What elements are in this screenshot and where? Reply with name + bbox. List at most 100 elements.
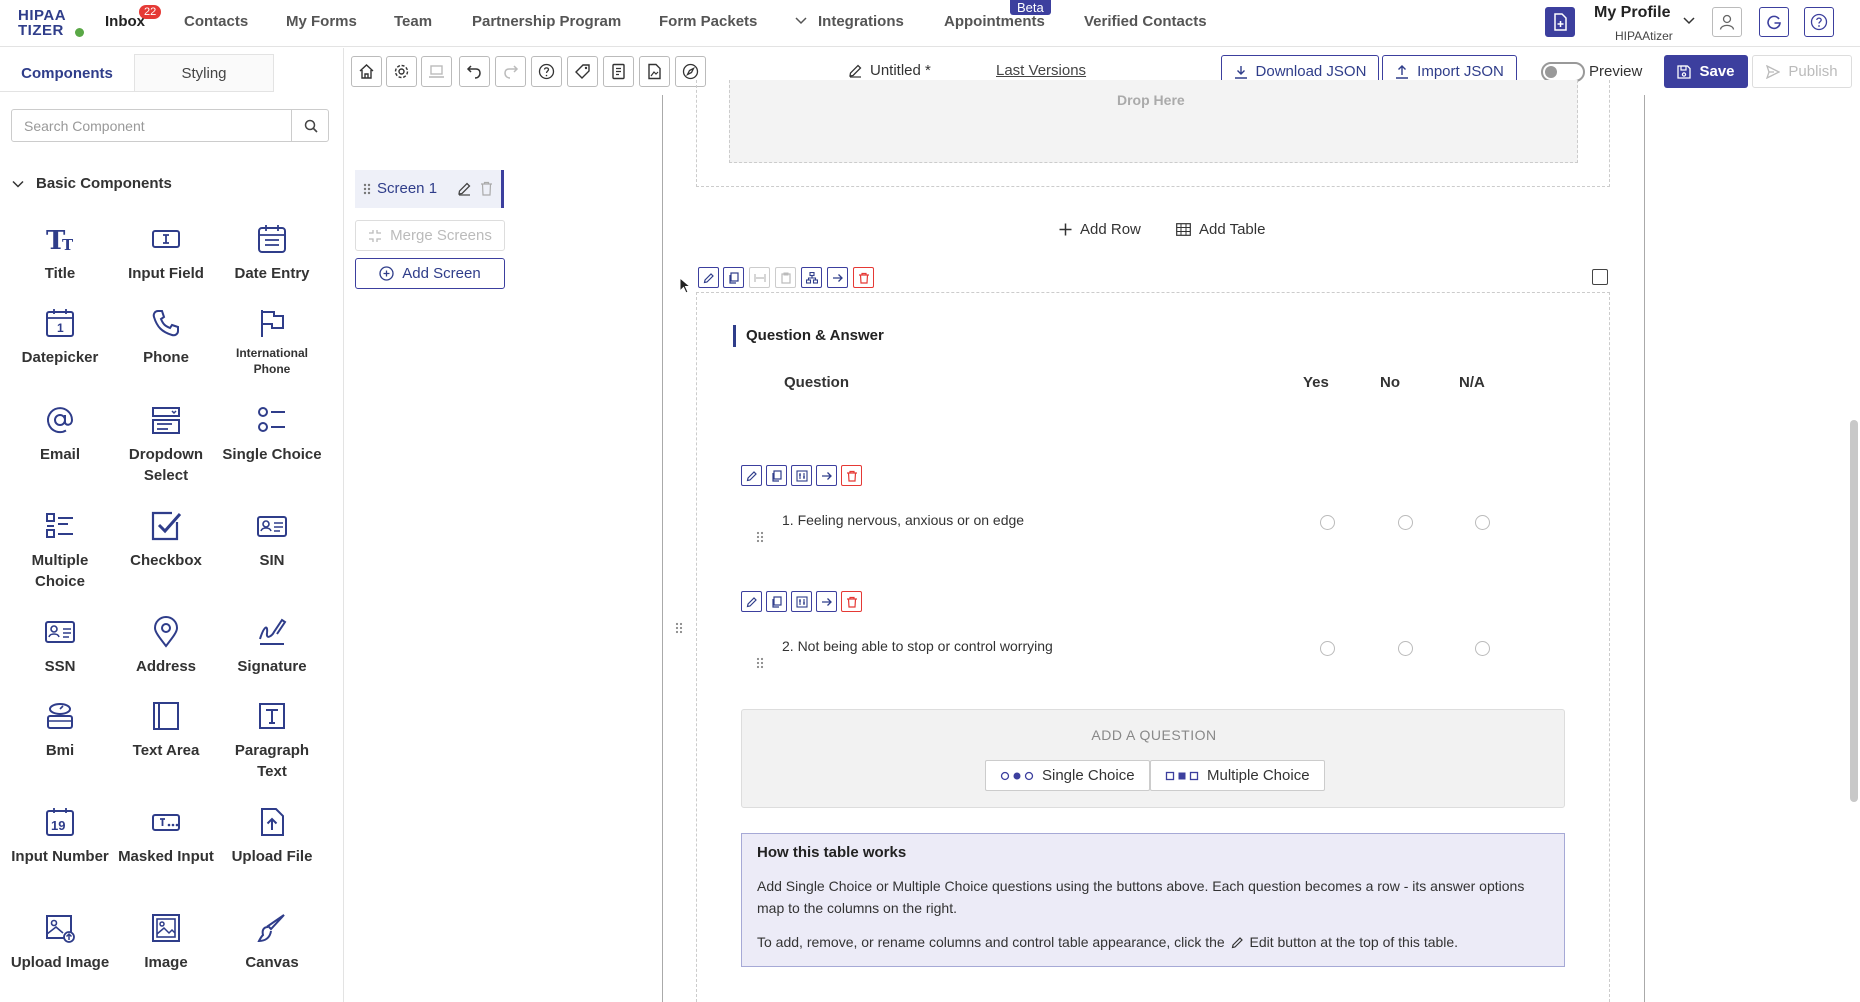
add-table-button[interactable]: Add Table [1176, 221, 1265, 238]
component-email[interactable]: Email [7, 404, 113, 465]
chevron-down-icon [12, 180, 24, 188]
drag-handle-icon[interactable] [756, 531, 764, 543]
radio-na[interactable] [1475, 515, 1490, 530]
question-settings-button[interactable] [791, 591, 812, 612]
drag-handle-icon[interactable] [363, 183, 371, 195]
component-dropdown-select[interactable]: Dropdown Select [113, 404, 219, 486]
logic-button[interactable] [801, 267, 822, 288]
duplicate-question-button[interactable] [766, 591, 787, 612]
tags-button[interactable] [567, 56, 598, 87]
component-ssn[interactable]: SSN [7, 616, 113, 677]
new-form-button[interactable] [1545, 7, 1575, 37]
component-single-choice[interactable]: Single Choice [219, 404, 325, 465]
row-drag-handle-icon[interactable] [675, 622, 683, 634]
document-title[interactable]: Untitled * [848, 62, 931, 79]
component-checkbox[interactable]: Checkbox [113, 510, 219, 571]
radio-yes[interactable] [1320, 515, 1335, 530]
select-table-checkbox[interactable] [1592, 269, 1608, 285]
edit-pencil-icon[interactable] [457, 181, 472, 196]
radio-no[interactable] [1398, 641, 1413, 656]
add-single-choice-button[interactable]: Single Choice [985, 760, 1150, 791]
duplicate-table-button[interactable] [723, 267, 744, 288]
search-button[interactable] [291, 110, 329, 141]
resize-width-button[interactable] [749, 267, 770, 288]
settings-button[interactable] [386, 56, 417, 87]
help-button[interactable] [1804, 7, 1834, 37]
edit-question-button[interactable] [741, 591, 762, 612]
component-bmi[interactable]: Bmi [7, 700, 113, 761]
component-paragraph-text[interactable]: Paragraph Text [219, 700, 325, 782]
component-phone[interactable]: Phone [113, 307, 219, 368]
trash-icon[interactable] [480, 181, 493, 196]
nav-verified-contacts[interactable]: Verified Contacts [1084, 13, 1207, 30]
page-scrollbar[interactable] [1850, 420, 1858, 802]
add-multiple-choice-button[interactable]: Multiple Choice [1150, 760, 1325, 791]
preview-toggle[interactable] [1541, 62, 1585, 82]
radio-na[interactable] [1475, 641, 1490, 656]
component-multiple-choice[interactable]: Multiple Choice [7, 510, 113, 592]
screen-item-1[interactable]: Screen 1 [355, 170, 504, 208]
help-toolbar-button[interactable] [531, 56, 562, 87]
form-document-button[interactable] [603, 56, 634, 87]
drag-handle-icon[interactable] [756, 657, 764, 669]
component-image[interactable]: Image [113, 912, 219, 973]
duplicate-question-button[interactable] [766, 465, 787, 486]
radio-no[interactable] [1398, 515, 1413, 530]
undo-button[interactable] [459, 56, 490, 87]
tab-components[interactable]: Components [0, 54, 134, 92]
nav-partnership-program[interactable]: Partnership Program [472, 13, 621, 30]
edit-question-button[interactable] [741, 465, 762, 486]
delete-table-button[interactable] [853, 267, 874, 288]
component-upload-file[interactable]: Upload File [219, 806, 325, 867]
help-paragraph-1: Add Single Choice or Multiple Choice que… [757, 878, 1525, 916]
delete-question-button[interactable] [841, 465, 862, 486]
component-sin[interactable]: SIN [219, 510, 325, 571]
component-international-phone[interactable]: International Phone [219, 307, 325, 377]
pdf-export-button[interactable] [639, 56, 670, 87]
nav-contacts[interactable]: Contacts [184, 13, 248, 30]
copy-icon [771, 595, 782, 608]
profile-chevron-down-icon[interactable] [1682, 14, 1696, 28]
component-text-area[interactable]: Text Area [113, 700, 219, 761]
device-view-button[interactable] [421, 56, 452, 87]
search-input[interactable] [12, 110, 291, 141]
component-datepicker[interactable]: 1 Datepicker [7, 307, 113, 368]
nav-my-forms[interactable]: My Forms [286, 13, 357, 30]
radio-yes[interactable] [1320, 641, 1335, 656]
component-address[interactable]: Address [113, 616, 219, 677]
move-question-button[interactable] [816, 591, 837, 612]
google-account-button[interactable] [1759, 7, 1789, 37]
hipaatizer-logo[interactable]: HIPAA TIZER [18, 6, 88, 38]
save-button[interactable]: Save [1664, 55, 1748, 88]
move-question-button[interactable] [816, 465, 837, 486]
nav-appointments[interactable]: Appointments [944, 13, 1045, 30]
nav-integrations[interactable]: Integrations [818, 13, 904, 30]
move-table-button[interactable] [827, 267, 848, 288]
basic-components-header[interactable]: Basic Components [12, 175, 172, 192]
component-input-field[interactable]: Input Field [113, 223, 219, 284]
component-date-entry[interactable]: Date Entry [219, 223, 325, 284]
component-input-number[interactable]: 19 Input Number [7, 806, 113, 867]
add-row-button[interactable]: Add Row [1059, 221, 1141, 238]
component-signature[interactable]: Signature [219, 616, 325, 677]
redo-button[interactable] [495, 56, 526, 87]
component-canvas[interactable]: Canvas [219, 912, 325, 973]
component-upload-image[interactable]: Upload Image [7, 912, 113, 973]
component-masked-input[interactable]: Masked Input [113, 806, 219, 867]
add-screen-button[interactable]: Add Screen [355, 258, 505, 289]
question-settings-button[interactable] [791, 465, 812, 486]
publish-button[interactable]: Publish [1752, 55, 1852, 88]
tab-styling[interactable]: Styling [134, 54, 274, 92]
home-button[interactable] [351, 56, 382, 87]
delete-question-button[interactable] [841, 591, 862, 612]
edit-table-button[interactable] [698, 267, 719, 288]
nav-form-packets[interactable]: Form Packets [659, 13, 757, 30]
chevron-down-icon[interactable] [794, 14, 808, 28]
profile-name[interactable]: My Profile [1594, 4, 1670, 22]
nav-team[interactable]: Team [394, 13, 432, 30]
component-title[interactable]: TT Title [7, 223, 113, 284]
user-avatar-button[interactable] [1712, 7, 1742, 37]
last-versions-link[interactable]: Last Versions [996, 62, 1086, 79]
merge-screens-button[interactable]: Merge Screens [355, 220, 505, 251]
paste-button[interactable] [775, 267, 796, 288]
